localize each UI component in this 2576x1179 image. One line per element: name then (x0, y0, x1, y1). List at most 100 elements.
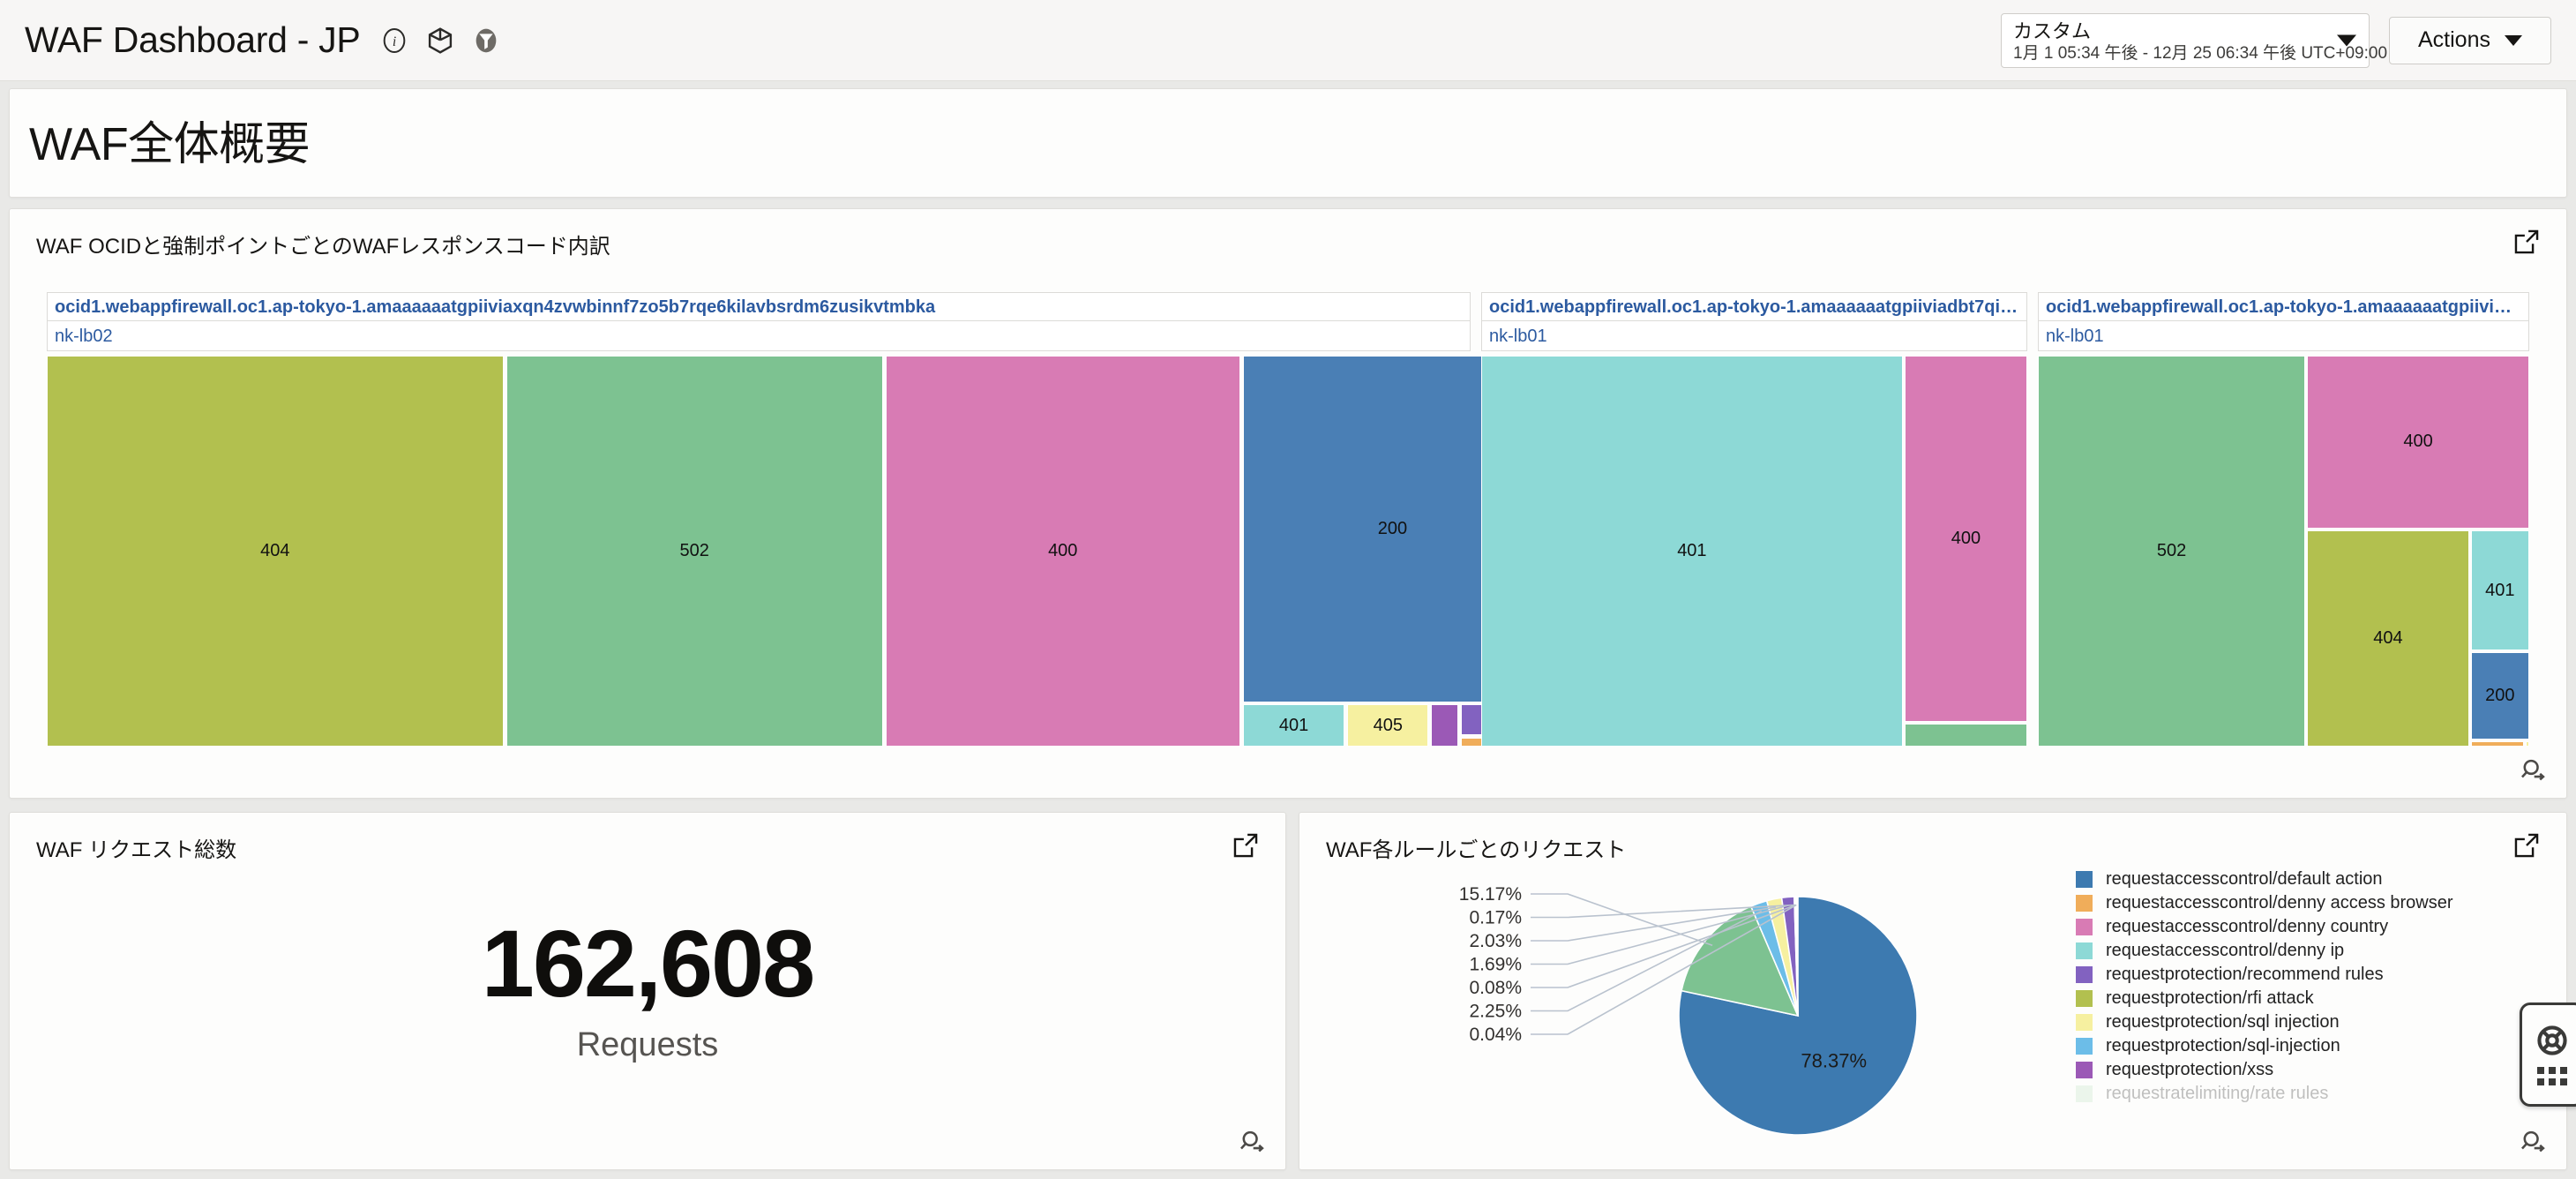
treemap-tile-label: 404 (2373, 628, 2403, 649)
treemap-tile[interactable]: 400 (2307, 356, 2529, 529)
drilldown-magnifier-icon[interactable] (1238, 1127, 1268, 1157)
external-link-icon[interactable] (2512, 227, 2542, 257)
treemap-tile[interactable] (1904, 724, 2027, 747)
pie-legend: requestaccesscontrol/default action reque… (2076, 867, 2517, 1106)
legend-item[interactable]: requestratelimiting/rate rules (2076, 1082, 2517, 1106)
treemap-group: ocid1.webappfirewall.oc1.ap-tokyo-1.amaa… (2038, 292, 2529, 747)
legend-label: requestprotection/sql-injection (2106, 1036, 2340, 1055)
chevron-down-icon (2337, 34, 2356, 46)
total-requests-unit: Requests (576, 1026, 719, 1063)
treemap-tile-label: 502 (2156, 541, 2187, 560)
treemap-tile[interactable] (1431, 704, 1459, 747)
treemap-tile-label: 400 (1951, 529, 1981, 549)
pie-slice-label: 78.37% (1801, 1049, 1867, 1071)
treemap-tile[interactable]: 200 (2470, 652, 2529, 740)
legend-item[interactable]: requestprotection/sql injection (2076, 1010, 2517, 1034)
treemap-tile[interactable]: 400 (1904, 356, 2027, 723)
legend-item[interactable]: requestprotection/sql-injection (2076, 1034, 2517, 1058)
pie-chart: 78.37% 15.17% 0.17% 2.03% 1.69% 0.08% 2.25% 0.0… (1317, 864, 2041, 1155)
treemap-tiles: 502 400 404 401 200 (2038, 356, 2529, 747)
treemap-tile[interactable]: 404 (47, 356, 504, 747)
treemap-group: ocid1.webappfirewall.oc1.ap-tokyo-1.amaa… (1481, 292, 2027, 747)
external-link-icon[interactable] (2512, 830, 2542, 860)
info-icon[interactable]: i (379, 26, 409, 56)
legend-item[interactable]: requestprotection/recommend rules (2076, 963, 2517, 987)
legend-label: requestaccesscontrol/default action (2106, 869, 2383, 889)
legend-swatch (2076, 1038, 2093, 1055)
treemap-tile[interactable]: 401 (2470, 530, 2529, 650)
legend-item[interactable]: requestaccesscontrol/denny access browse… (2076, 891, 2517, 915)
treemap-tile-label: 400 (1048, 541, 1078, 560)
treemap-enforcement-point-label[interactable]: nk-lb01 (1481, 321, 2027, 351)
legend-item[interactable]: requestprotection/xss (2076, 1058, 2517, 1082)
section-header-card: WAF全体概要 (9, 88, 2567, 198)
legend-swatch (2076, 1014, 2093, 1031)
title-icon-group: i (379, 26, 501, 56)
total-requests-widget: WAF リクエスト総数 162,608 Requests (9, 812, 1286, 1170)
section-title: WAF全体概要 (29, 119, 311, 170)
legend-swatch (2076, 1085, 2093, 1102)
cube-icon[interactable] (425, 26, 455, 56)
actions-button[interactable]: Actions (2389, 16, 2551, 64)
external-link-icon[interactable] (1231, 830, 1261, 860)
treemap-tile[interactable]: 400 (885, 356, 1240, 747)
treemap-enforcement-point-label[interactable]: nk-lb01 (2038, 321, 2529, 351)
time-range-value: 1月 1 05:34 午後 - 12月 25 06:34 午後 UTC+09:0… (2013, 43, 2388, 63)
treemap-ocid-label[interactable]: ocid1.webappfirewall.oc1.ap-tokyo-1.amaa… (1481, 292, 2027, 321)
legend-swatch (2076, 1062, 2093, 1078)
actions-button-label: Actions (2418, 27, 2490, 52)
help-widget[interactable] (2520, 1003, 2576, 1107)
treemap-tile[interactable]: 401 (1242, 704, 1345, 747)
drilldown-magnifier-icon[interactable] (2519, 1127, 2549, 1157)
time-range-picker[interactable]: カスタム 1月 1 05:34 午後 - 12月 25 06:34 午後 UTC… (2001, 12, 2388, 68)
legend-swatch (2076, 871, 2093, 888)
requests-by-rule-widget: WAF各ルールごとのリクエスト 78.37% 15.17% 0.17% 2.03% 1.… (1299, 812, 2567, 1170)
top-bar-controls: カスタム 1月 1 05:34 午後 - 12月 25 06:34 午後 UTC… (2001, 12, 2551, 68)
treemap-ocid-label[interactable]: ocid1.webappfirewall.oc1.ap-tokyo-1.amaa… (47, 292, 1471, 321)
legend-label: requestprotection/sql injection (2106, 1012, 2340, 1032)
treemap-tile-label: 200 (2485, 686, 2515, 706)
treemap-tile[interactable] (2470, 741, 2524, 747)
legend-item[interactable]: requestaccesscontrol/denny country (2076, 915, 2517, 939)
drilldown-magnifier-icon[interactable] (2519, 755, 2549, 785)
legend-label: requestprotection/recommend rules (2106, 965, 2384, 984)
lifebuoy-icon (2535, 1024, 2569, 1062)
treemap-tile[interactable]: 404 (2307, 530, 2469, 747)
filter-icon[interactable] (471, 26, 501, 56)
legend-swatch (2076, 895, 2093, 912)
legend-label: requestaccesscontrol/denny country (2106, 917, 2389, 936)
legend-label: requestaccesscontrol/denny ip (2106, 941, 2345, 960)
pie-slice-percent-label: 0.08% (1469, 978, 1522, 998)
treemap-tile-label: 401 (2485, 580, 2515, 600)
treemap-enforcement-point-label[interactable]: nk-lb02 (47, 321, 1471, 351)
treemap-tile[interactable]: 502 (505, 356, 883, 747)
legend-swatch (2076, 990, 2093, 1007)
treemap-ocid-label[interactable]: ocid1.webappfirewall.oc1.ap-tokyo-1.amaa… (2038, 292, 2529, 321)
pie-chart-svg[interactable]: 78.37% 15.17% 0.17% 2.03% 1.69% 0.08% 2.25% 0.0… (1317, 864, 2041, 1155)
requests-by-rule-title: WAF各ルールごとのリクエスト (1326, 838, 1627, 862)
legend-label: requestprotection/xss (2106, 1060, 2274, 1079)
total-requests-title: WAF リクエスト総数 (36, 838, 237, 862)
legend-swatch (2076, 966, 2093, 983)
legend-item[interactable]: requestaccesscontrol/default action (2076, 867, 2517, 891)
pie-slice-percent-label: 0.04% (1469, 1025, 1522, 1045)
chevron-down-icon (2504, 34, 2522, 46)
treemap-tile[interactable]: 405 (1347, 704, 1429, 747)
treemap-group: ocid1.webappfirewall.oc1.ap-tokyo-1.amaa… (47, 292, 1543, 747)
treemap-tile-label: 502 (679, 541, 709, 560)
treemap-widget-title: WAF OCIDと強制ポイントごとのWAFレスポンスコード内訳 (36, 235, 610, 259)
treemap-tile[interactable]: 401 (1481, 356, 1903, 747)
treemap-tile[interactable] (2525, 741, 2529, 747)
legend-item[interactable]: requestprotection/rfi attack (2076, 987, 2517, 1010)
treemap-tile[interactable]: 502 (2038, 356, 2306, 747)
legend-item[interactable]: requestaccesscontrol/denny ip (2076, 939, 2517, 963)
legend-label: requestaccesscontrol/denny access browse… (2106, 893, 2453, 912)
svg-text:i: i (393, 34, 396, 49)
top-bar: WAF Dashboard - JP i カスタム 1月 1 05:34 午後 … (0, 0, 2576, 81)
pie-slice-percent-label: 0.17% (1469, 908, 1522, 928)
dashboard-page: WAF Dashboard - JP i カスタム 1月 1 05:34 午後 … (0, 0, 2576, 1179)
treemap-tile-label: 401 (1278, 715, 1309, 735)
legend-label: requestratelimiting/rate rules (2106, 1084, 2329, 1103)
treemap-groups: ocid1.webappfirewall.oc1.ap-tokyo-1.amaa… (47, 292, 2529, 747)
treemap-tile-label: 405 (1373, 715, 1404, 735)
